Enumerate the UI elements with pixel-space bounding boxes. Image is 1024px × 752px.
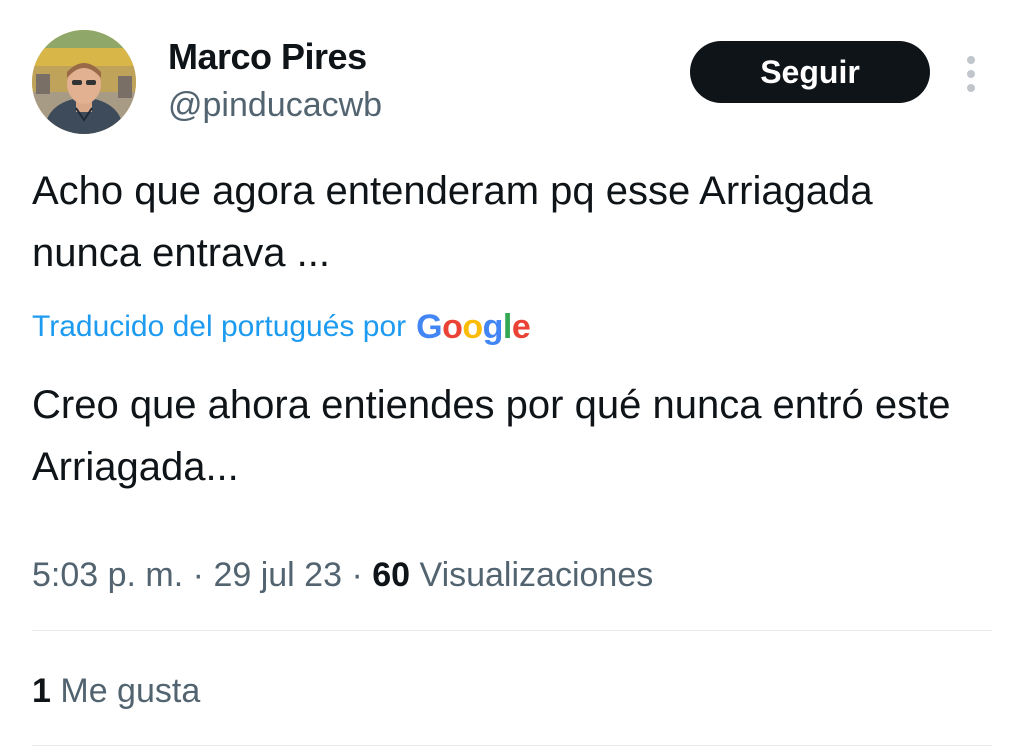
tweet-date[interactable]: 29 jul 23 xyxy=(213,556,342,594)
tweet-card: Marco Pires @pinducacwb Seguir Acho que … xyxy=(0,0,1024,752)
meta-separator: · xyxy=(351,556,363,594)
views-label: Visualizaciones xyxy=(419,556,654,594)
google-logo: Google xyxy=(416,307,531,346)
tweet-time[interactable]: 5:03 p. m. xyxy=(32,556,183,594)
follow-button[interactable]: Seguir xyxy=(690,41,930,103)
divider xyxy=(32,745,992,746)
dot xyxy=(967,70,975,78)
translated-text: Creo que ahora entiendes por qué nunca e… xyxy=(32,383,951,489)
author-handle[interactable]: @pinducacwb xyxy=(168,84,382,126)
tweet-text: Acho que agora entenderam pq esse Arriag… xyxy=(32,169,873,275)
likes-count: 1 xyxy=(32,672,51,710)
views-count: 60 xyxy=(372,556,411,594)
dot xyxy=(967,84,975,92)
dot xyxy=(967,56,975,64)
tweet-meta: 5:03 p. m. · 29 jul 23 · 60 Visualizacio… xyxy=(32,552,653,598)
likes-stat[interactable]: 1 Me gusta xyxy=(32,668,200,714)
translation-label[interactable]: Traducido del portugués por xyxy=(32,310,406,344)
divider xyxy=(32,630,992,631)
translation-attribution[interactable]: Traducido del portugués por Google xyxy=(32,304,531,350)
avatar[interactable] xyxy=(32,30,136,134)
profile-photo-icon xyxy=(32,30,136,134)
likes-label: Me gusta xyxy=(60,672,201,710)
vertical-ellipsis-icon[interactable] xyxy=(956,52,986,94)
meta-separator: · xyxy=(192,556,204,594)
author-name[interactable]: Marco Pires xyxy=(168,36,367,78)
